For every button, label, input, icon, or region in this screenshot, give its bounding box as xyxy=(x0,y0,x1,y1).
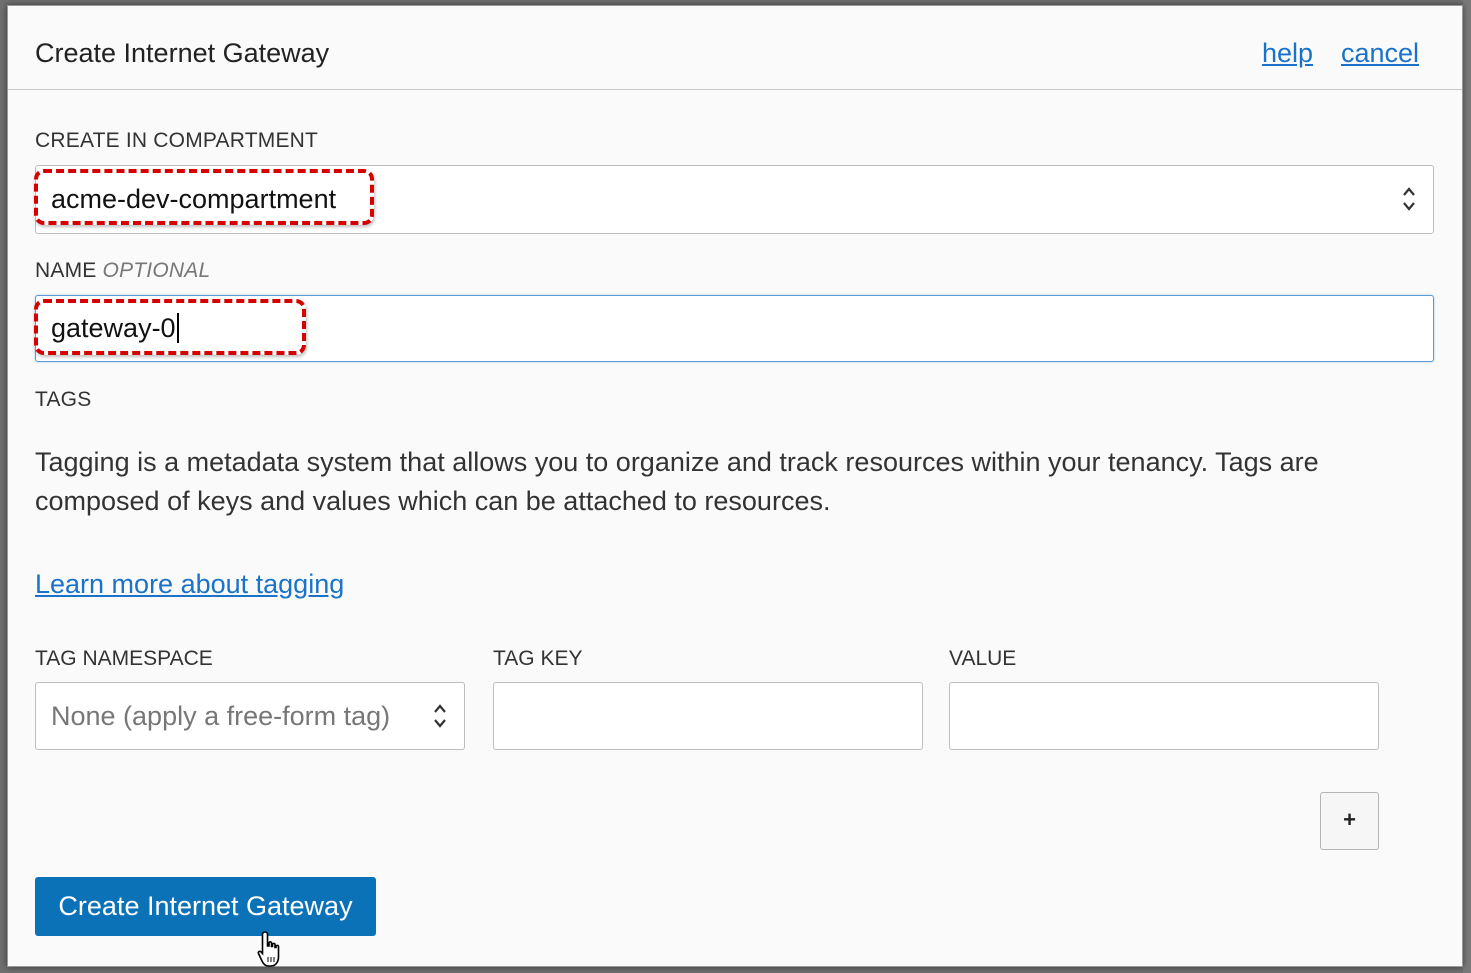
create-internet-gateway-dialog: Create Internet Gateway help cancel CREA… xyxy=(7,5,1463,967)
help-link[interactable]: help xyxy=(1262,38,1313,69)
name-label-text: NAME xyxy=(35,259,97,282)
tags-label: TAGS xyxy=(35,388,92,411)
chevron-up-down-icon xyxy=(434,704,446,728)
compartment-select[interactable]: acme-dev-compartment xyxy=(35,165,1434,234)
tag-namespace-label: TAG NAMESPACE xyxy=(35,647,213,670)
tag-namespace-value: None (apply a free-form tag) xyxy=(51,701,391,731)
name-input[interactable]: gateway-0 xyxy=(35,295,1434,362)
tag-value-label: VALUE xyxy=(949,647,1017,670)
compartment-select-value: acme-dev-compartment xyxy=(51,184,337,214)
name-input-value: gateway-0 xyxy=(51,313,179,344)
dialog-title: Create Internet Gateway xyxy=(35,38,330,68)
tag-key-label: TAG KEY xyxy=(493,647,583,670)
name-input-text: gateway-0 xyxy=(51,313,176,343)
hand-pointer-icon xyxy=(257,931,280,967)
chevron-up-down-icon xyxy=(1403,187,1415,211)
background-edge xyxy=(1463,0,1471,973)
name-label: NAME OPTIONAL xyxy=(35,259,210,283)
tag-namespace-select[interactable]: None (apply a free-form tag) xyxy=(35,682,465,750)
tag-key-input[interactable] xyxy=(493,682,923,750)
dialog-header: Create Internet Gateway help cancel xyxy=(8,6,1462,90)
cancel-link[interactable]: cancel xyxy=(1341,38,1419,69)
compartment-label: CREATE IN COMPARTMENT xyxy=(35,129,319,152)
tag-value-input[interactable] xyxy=(949,682,1379,750)
tags-description: Tagging is a metadata system that allows… xyxy=(35,447,1319,516)
text-caret xyxy=(176,313,179,343)
learn-more-tagging-link[interactable]: Learn more about tagging xyxy=(35,569,344,600)
create-internet-gateway-button[interactable]: Create Internet Gateway xyxy=(35,877,376,936)
optional-label: OPTIONAL xyxy=(102,259,211,282)
add-tag-button[interactable]: + xyxy=(1320,792,1379,850)
